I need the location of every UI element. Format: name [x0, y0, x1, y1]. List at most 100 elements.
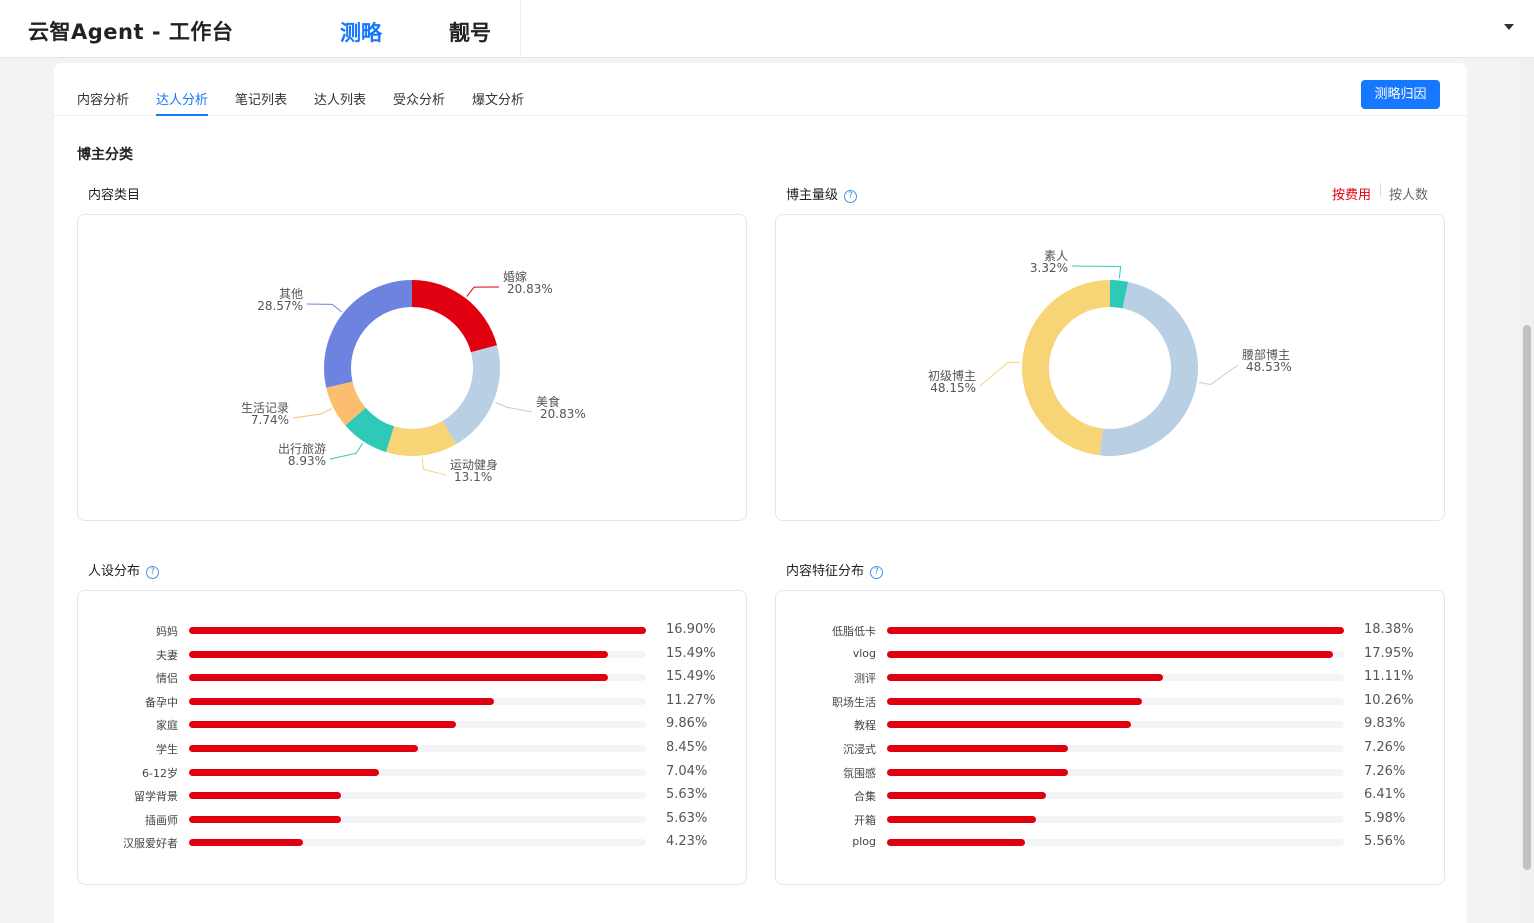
feature-track: [887, 768, 1344, 776]
category-value: 20.83%: [507, 282, 553, 296]
feature-row: 合集 6.41%: [776, 785, 1446, 805]
top-bar: 云智Agent - 工作台 测略 靓号: [0, 0, 1534, 58]
feature-bar[interactable]: [887, 815, 1036, 823]
persona-bar[interactable]: [189, 792, 342, 800]
chevron-down-icon[interactable]: [1504, 24, 1514, 30]
feature-track: [887, 721, 1344, 729]
subtab-viral-analysis[interactable]: 爆文分析: [472, 89, 524, 116]
content-feature-panel: 低脂低卡 18.38% vlog 17.95% 测评 11.11% 职场生活 10.26% 教程…: [775, 590, 1445, 885]
persona-track: [189, 815, 646, 823]
category-leader-line: [292, 408, 332, 419]
persona-bar[interactable]: [189, 745, 418, 752]
persona-track: [189, 721, 646, 729]
feature-row: 开箱 5.98%: [776, 809, 1446, 829]
subtab-influencer-list[interactable]: 达人列表: [314, 89, 366, 116]
toggle-by-cost[interactable]: 按费用: [1332, 184, 1371, 203]
app-title: 云智Agent - 工作台: [28, 20, 234, 44]
persona-label: 插画师: [145, 813, 178, 827]
feature-row: 氛围感 7.26%: [776, 762, 1446, 782]
persona-label: 备孕中: [145, 695, 178, 709]
feature-label: 开箱: [854, 813, 876, 827]
category-slice[interactable]: [412, 280, 497, 353]
persona-row: 6-12岁 7.04%: [78, 762, 748, 782]
persona-label: 留学背景: [134, 790, 178, 804]
persona-value: 16.90%: [666, 622, 716, 637]
category-slice[interactable]: [324, 280, 412, 388]
content-feature-title-text: 内容特征分布: [786, 564, 865, 579]
help-icon[interactable]: ?: [146, 566, 160, 579]
persona-bar[interactable]: [189, 768, 380, 776]
subtab-bar: 内容分析 达人分析 笔记列表 达人列表 受众分析 爆文分析 测略归因: [54, 63, 1467, 116]
persona-track: [189, 650, 646, 658]
feature-value: 17.95%: [1364, 645, 1414, 661]
feature-value: 7.26%: [1364, 740, 1406, 755]
feature-bar[interactable]: [887, 674, 1164, 682]
persona-row: 汉服爱好者 4.23%: [78, 832, 748, 852]
scrollbar-thumb[interactable]: [1523, 325, 1531, 870]
feature-row: 职场生活 10.26%: [776, 691, 1446, 711]
level-slice[interactable]: [1022, 280, 1110, 456]
feature-value: 18.38%: [1364, 622, 1414, 637]
feature-bar[interactable]: [887, 792, 1047, 800]
feature-track: [887, 745, 1344, 752]
persona-bar[interactable]: [189, 650, 608, 658]
persona-panel: 妈妈 16.90% 夫妻 15.49% 情侣 15.49% 备孕中 11.27% 家庭 9.86%…: [77, 590, 747, 885]
toggle-by-count[interactable]: 按人数: [1389, 184, 1428, 203]
persona-label: 家庭: [156, 719, 178, 733]
level-value: 48.15%: [930, 381, 976, 395]
feature-value: 5.56%: [1364, 834, 1406, 850]
help-icon[interactable]: ?: [844, 190, 858, 203]
feature-track: [887, 697, 1344, 705]
subtab-note-list[interactable]: 笔记列表: [235, 89, 287, 116]
persona-bar[interactable]: [189, 697, 494, 705]
feature-bar[interactable]: [887, 627, 1344, 634]
persona-title: 人设分布?: [88, 560, 160, 579]
persona-label: 汉服爱好者: [123, 837, 178, 851]
persona-value: 8.45%: [666, 740, 708, 755]
blogger-level-title-text: 博主量级: [786, 188, 839, 203]
feature-label: 低脂低卡: [832, 625, 876, 638]
persona-row: 插画师 5.63%: [78, 809, 748, 829]
content-category-title: 内容类目: [88, 188, 141, 203]
feature-track: [887, 650, 1344, 658]
feature-label: plog: [852, 835, 876, 849]
subtab-content-analysis[interactable]: 内容分析: [77, 89, 129, 116]
content-category-panel: 婚嫁 20.83% 美食 20.83% 运动健身 13.1% 出行旅游 8.93% 生活记录 7.…: [77, 214, 747, 521]
tab-lianghao[interactable]: 靓号: [449, 17, 491, 47]
divider: [520, 0, 521, 58]
persona-label: 6-12岁: [142, 766, 178, 780]
level-slice[interactable]: [1099, 281, 1198, 456]
feature-bar[interactable]: [887, 745, 1068, 752]
persona-bar[interactable]: [189, 721, 456, 729]
toggle-divider: [1380, 183, 1381, 197]
subtab-audience-analysis[interactable]: 受众分析: [393, 89, 445, 116]
category-slice[interactable]: [442, 345, 500, 445]
feature-row: vlog 17.95%: [776, 644, 1446, 664]
persona-track: [189, 627, 646, 634]
feature-bar[interactable]: [887, 650, 1334, 658]
feature-bar[interactable]: [887, 839, 1026, 847]
persona-title-text: 人设分布: [88, 564, 141, 579]
persona-track: [189, 697, 646, 705]
feature-bar[interactable]: [887, 768, 1068, 776]
feature-bar[interactable]: [887, 721, 1132, 729]
feature-track: [887, 627, 1344, 634]
level-leader-line: [979, 361, 1021, 387]
persona-value: 15.49%: [666, 669, 716, 685]
help-icon[interactable]: ?: [870, 566, 884, 579]
persona-label: 学生: [156, 743, 178, 756]
persona-row: 夫妻 15.49%: [78, 644, 748, 664]
blogger-level-panel: 素人 3.32% 腰部博主 48.53% 初级博主 48.15%: [775, 214, 1445, 521]
attribution-button[interactable]: 测略归因: [1361, 80, 1440, 109]
persona-bar[interactable]: [189, 674, 608, 682]
level-leader-line: [1071, 265, 1122, 279]
category-slice[interactable]: [386, 420, 457, 456]
persona-bar[interactable]: [189, 839, 304, 847]
tab-celue[interactable]: 测略: [340, 17, 382, 47]
subtab-influencer-analysis[interactable]: 达人分析: [156, 89, 209, 116]
persona-track: [189, 768, 646, 776]
feature-bar[interactable]: [887, 697, 1143, 705]
persona-bar[interactable]: [189, 815, 342, 823]
main-card: 内容分析 达人分析 笔记列表 达人列表 受众分析 爆文分析 测略归因 博主分类 …: [54, 63, 1467, 923]
persona-bar[interactable]: [189, 627, 646, 634]
